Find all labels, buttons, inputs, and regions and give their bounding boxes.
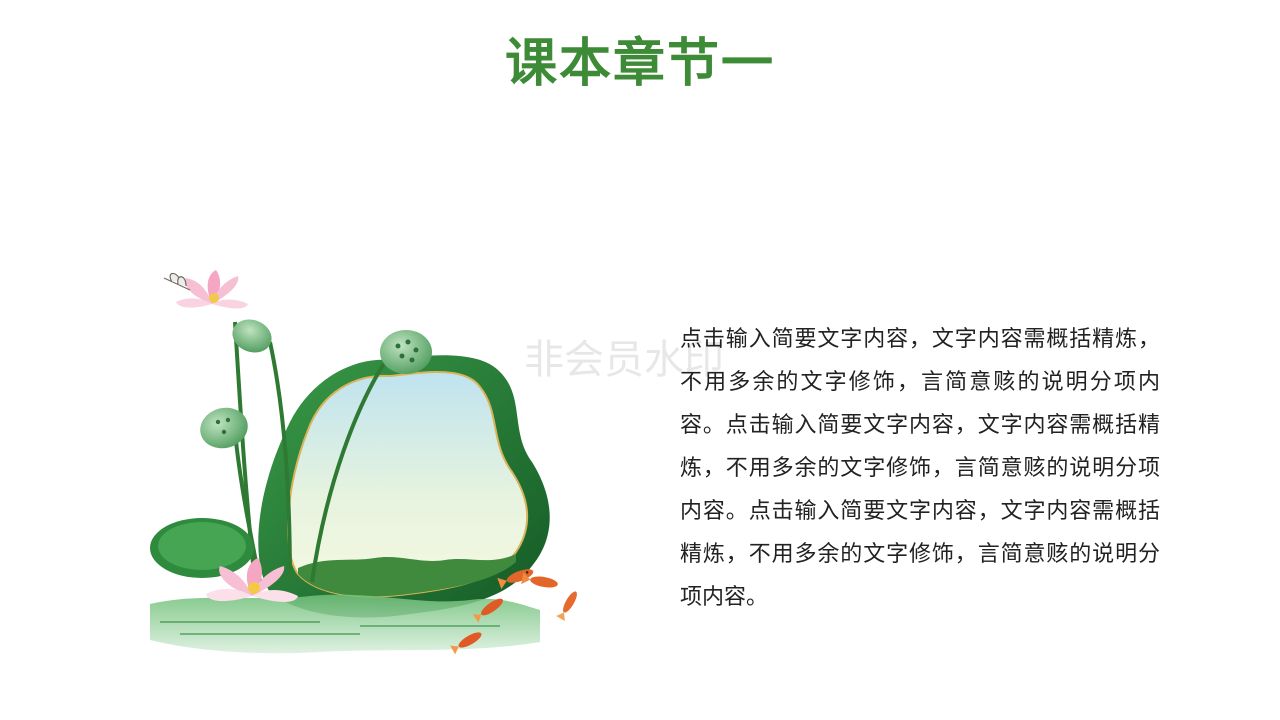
body-paragraph: 点击输入简要文字内容，文字内容需概括精炼，不用多余的文字修饰，言简意赅的说明分项… <box>680 327 1160 610</box>
lotus-pond-illustration <box>150 270 577 655</box>
slide: 课本章节一 非会员水印 点击输入简要文字内容，文字内容需概括精炼，不用多余的文字… <box>0 0 1280 720</box>
pond-water <box>150 594 540 654</box>
lotus-leaf-icon <box>150 518 254 578</box>
dragonfly-icon <box>163 272 191 291</box>
slide-title: 课本章节一 <box>504 34 775 94</box>
